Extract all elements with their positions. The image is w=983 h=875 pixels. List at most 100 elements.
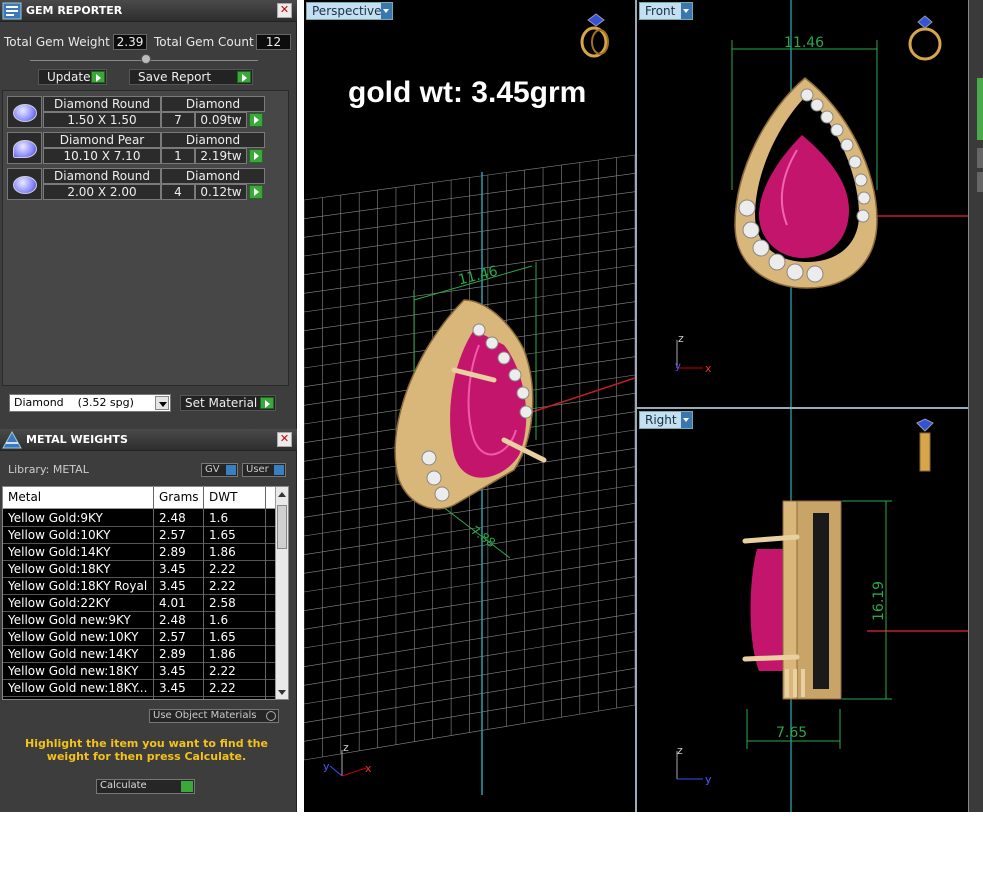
viewport-divider-horizontal[interactable] (637, 407, 968, 409)
gem-reporter-titlebar: GEM REPORTER ✕ (0, 0, 297, 22)
gem-select-button[interactable] (249, 113, 263, 127)
use-object-materials-label: Use Object Materials (153, 710, 257, 721)
calculate-hint: Highlight the item you want to find the … (25, 737, 268, 763)
axis-label-y: y (323, 760, 330, 773)
set-material-button[interactable]: Set Material (180, 395, 276, 411)
cell-grams: 4.01 (159, 596, 186, 610)
ring-front-icon[interactable] (908, 15, 942, 61)
gem-material: Diamond (161, 168, 265, 184)
total-gem-count-label: Total Gem Count (154, 35, 254, 49)
material-select-value: Diamond (3.52 spg) (14, 396, 134, 409)
cell-metal: Yellow Gold:22KY (8, 596, 111, 610)
round-gem-icon (13, 104, 37, 122)
tab-right-label: Right (645, 413, 677, 427)
gem-thumbnail (7, 132, 42, 164)
cell-metal: Yellow Gold new:10KY (8, 630, 139, 644)
gem-select-button[interactable] (249, 149, 263, 163)
save-report-button[interactable]: Save Report (129, 69, 253, 85)
metal-weights-close-button[interactable]: ✕ (277, 432, 292, 447)
gem-size: 1.50 X 1.50 (43, 112, 161, 128)
axis-label-x: x (365, 762, 372, 775)
table-row[interactable]: Yellow Gold new:14KY 2.89 1.86 (3, 646, 276, 663)
tab-perspective[interactable]: Perspective (306, 2, 393, 20)
gem-row[interactable]: Diamond Pear Diamond 10.10 X 7.10 1 2.19… (7, 132, 265, 164)
chevron-down-icon[interactable] (681, 412, 692, 428)
cell-grams: 3.45 (159, 579, 186, 593)
scroll-thumb[interactable] (277, 505, 287, 549)
column-header-metal[interactable]: Metal (8, 490, 41, 504)
column-header-dwt[interactable]: DWT (209, 490, 237, 504)
cell-dwt: 2.22 (209, 681, 236, 695)
table-row[interactable]: Yellow Gold:18KY Royal 3.45 2.22 (3, 578, 276, 595)
table-row[interactable]: Yellow Gold new:18KY 3.45 2.22 (3, 663, 276, 680)
update-button[interactable]: Update (38, 69, 107, 85)
tab-perspective-label: Perspective (312, 4, 382, 18)
metal-weights-title: METAL WEIGHTS (26, 433, 128, 446)
column-divider (203, 487, 204, 699)
table-row[interactable]: Yellow Gold new:18KY... 3.45 2.22 (3, 680, 276, 697)
chevron-down-icon[interactable] (681, 3, 692, 19)
user-toggle[interactable]: User (242, 463, 286, 477)
gem-row[interactable]: Diamond Round Diamond 2.00 X 2.00 4 0.12… (7, 168, 265, 200)
column-divider (265, 487, 266, 699)
cell-metal: Yellow Gold:10KY (8, 528, 111, 542)
use-object-materials-toggle[interactable]: Use Object Materials (149, 709, 279, 723)
axis-label-y: y (675, 361, 681, 372)
gem-reporter-close-button[interactable]: ✕ (277, 3, 292, 18)
front-viewport[interactable]: 11.46 z x y Front (637, 0, 968, 407)
play-icon (260, 397, 274, 409)
toolbar-tab[interactable] (977, 78, 983, 140)
table-row[interactable]: Yellow Gold:10KY 2.57 1.65 (3, 527, 276, 544)
perspective-viewport[interactable]: 11.46 7.88 z x y Perspective gold wt: 3.… (304, 0, 635, 812)
table-row[interactable]: Yellow Gold:18KY 3.45 2.22 (3, 561, 276, 578)
cell-metal: Yellow Gold new:9KY (8, 613, 131, 627)
pendant-front-model (734, 77, 878, 289)
cell-dwt: 1.86 (209, 647, 236, 661)
total-gem-weight-value: 2.39 (113, 34, 147, 50)
column-header-grams[interactable]: Grams (159, 490, 199, 504)
gem-reporter-icon (2, 2, 22, 20)
radio-icon (266, 711, 276, 721)
play-icon (181, 781, 193, 792)
calculate-button[interactable]: Calculate (96, 779, 195, 794)
tab-front[interactable]: Front (639, 2, 693, 20)
cell-dwt: 2.58 (209, 596, 236, 610)
cell-dwt: 1.86 (209, 545, 236, 559)
cell-grams: 3.45 (159, 681, 186, 695)
cell-grams: 3.45 (159, 562, 186, 576)
ring-view-icon[interactable] (580, 13, 609, 58)
scroll-down-icon[interactable] (278, 690, 286, 695)
table-scrollbar[interactable] (275, 487, 288, 699)
gem-row[interactable]: Diamond Round Diamond 1.50 X 1.50 7 0.09… (7, 96, 265, 128)
cell-grams: 2.48 (159, 613, 186, 627)
viewport-divider-vertical[interactable] (635, 0, 637, 812)
toolbar-tab[interactable] (977, 172, 983, 192)
cell-dwt: 1.65 (209, 528, 236, 542)
gem-material: Diamond (161, 96, 265, 112)
cell-metal: Yellow Gold:9KY (8, 511, 103, 525)
table-row[interactable]: Yellow Gold new:10KY 2.57 1.65 (3, 629, 276, 646)
table-row[interactable]: Yellow Gold:9KY 2.48 1.6 (3, 510, 276, 527)
chevron-down-icon (155, 396, 169, 410)
material-select[interactable]: Diamond (3.52 spg) (9, 394, 171, 412)
gem-weight: 0.12tw (195, 184, 247, 200)
cell-dwt: 2.22 (209, 562, 236, 576)
left-panel: GEM REPORTER ✕ Total Gem Weight 2.39 Tot… (0, 0, 297, 812)
cell-dwt: 1.6 (209, 613, 229, 627)
cell-dwt: 1.65 (209, 630, 236, 644)
gem-select-button[interactable] (249, 185, 263, 199)
splitter-handle[interactable] (141, 54, 151, 64)
right-edge-toolbar (968, 0, 983, 812)
table-row[interactable]: Yellow Gold:22KY 4.01 2.58 (3, 595, 276, 612)
tab-right[interactable]: Right (639, 411, 693, 429)
chevron-down-icon[interactable] (381, 3, 392, 19)
gem-weight: 2.19tw (195, 148, 247, 164)
table-row[interactable]: Yellow Gold:14KY 2.89 1.86 (3, 544, 276, 561)
ring-side-icon[interactable] (916, 418, 934, 472)
gv-toggle[interactable]: GV (201, 463, 238, 477)
toolbar-tab[interactable] (977, 148, 983, 168)
scroll-up-icon[interactable] (278, 492, 286, 497)
cell-metal: Yellow Gold new:18KY... (8, 681, 148, 695)
table-row[interactable]: Yellow Gold new:9KY 2.48 1.6 (3, 612, 276, 629)
right-viewport[interactable]: 16.19 7.65 z y Right (637, 409, 968, 812)
